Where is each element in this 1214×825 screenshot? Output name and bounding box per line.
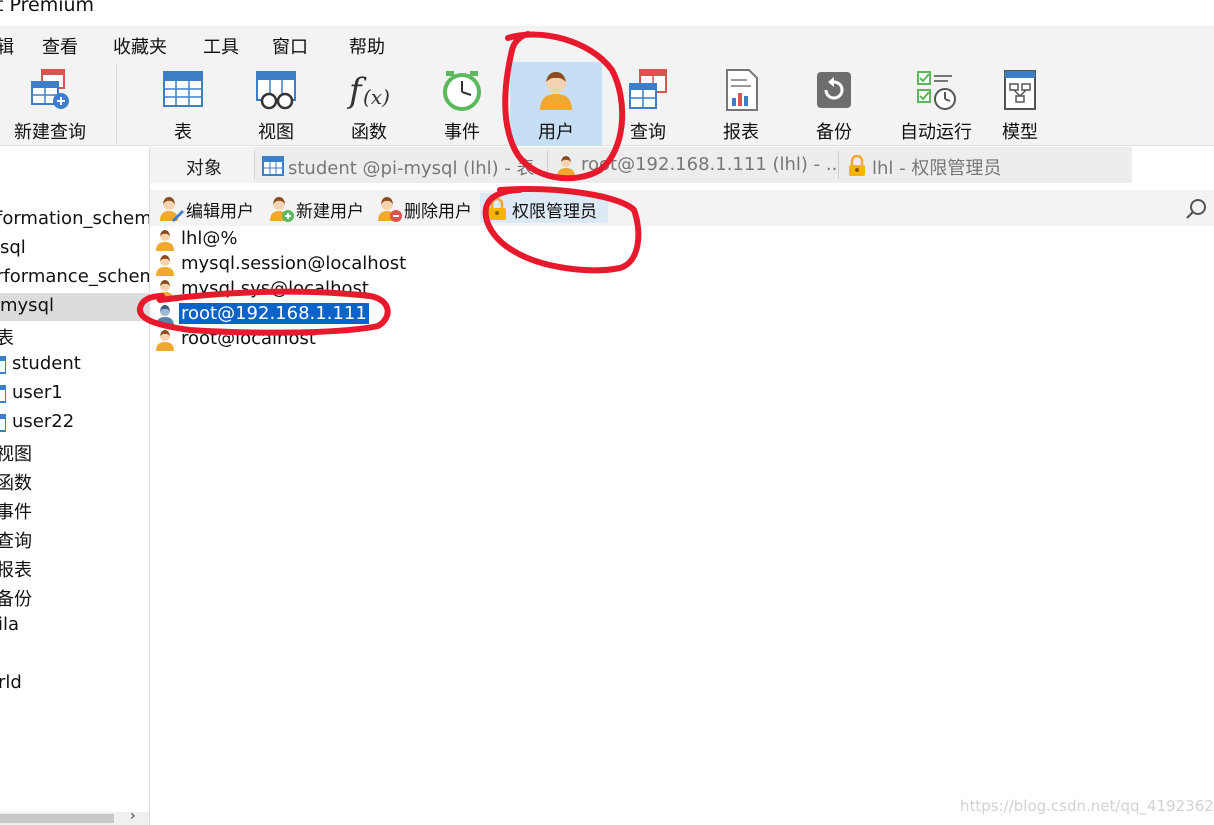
user-icon	[156, 305, 174, 326]
event-clock-icon	[443, 71, 481, 111]
report-tool-label: 报表	[723, 122, 759, 143]
function-icon: f (x)	[347, 71, 390, 111]
window-title: t Premium	[0, 0, 95, 16]
view-tool-button[interactable]: 视图	[234, 62, 318, 146]
privilege-manager-button[interactable]: 权限管理员	[480, 193, 608, 223]
user-icon	[156, 255, 174, 276]
table-icon	[262, 156, 284, 176]
table-tool-label: 表	[174, 122, 192, 143]
table-icon	[0, 356, 6, 374]
new-query-button[interactable]: 新建查询	[8, 62, 92, 146]
menu-bar: 辑 查看 收藏夹 工具 窗口 帮助	[0, 26, 1214, 62]
user-icon	[540, 72, 572, 110]
sidebar-horizontal-scrollbar[interactable]: ›	[0, 808, 149, 825]
tab-student-table[interactable]: student @pi-mysql (lhl) - 表	[256, 147, 546, 183]
tab-divider	[838, 151, 839, 179]
model-tool-button[interactable]: 模型	[980, 62, 1060, 146]
connection-tree-sidebar: formation_schema sql rformance_schema my…	[0, 147, 150, 825]
query-icon	[629, 69, 667, 109]
user-icon	[156, 280, 174, 301]
object-toolbar: 编辑用户 新建用户 删除用户 权限管理员	[150, 190, 1214, 226]
automation-tool-button[interactable]: 自动运行	[886, 62, 986, 146]
user-tool-label: 用户	[538, 122, 574, 143]
menu-help[interactable]: 帮助	[349, 33, 385, 59]
function-tool-label: 函数	[351, 122, 387, 143]
tab-bar: 对象 student @pi-mysql (lhl) - 表 root@192.…	[150, 147, 1132, 183]
tree-item-mysql[interactable]: mysql	[0, 293, 149, 321]
report-tool-button[interactable]: 报表	[700, 62, 782, 146]
svg-text:(x): (x)	[363, 85, 390, 109]
model-icon	[1004, 70, 1036, 110]
lock-icon	[488, 197, 506, 220]
title-bar: t Premium	[0, 0, 1214, 22]
add-user-icon	[270, 197, 294, 222]
event-tool-label: 事件	[444, 122, 480, 143]
user-icon	[557, 156, 575, 177]
main-toolbar: 新建查询 表 视图 f (x) 函数 事件 用户 查询 报表 备份 自动运行 模…	[0, 62, 1214, 146]
function-tool-button[interactable]: f (x) 函数	[328, 62, 410, 146]
user-tool-button[interactable]: 用户	[510, 62, 602, 146]
backup-icon	[817, 72, 851, 108]
report-icon	[726, 69, 758, 111]
toolbar-separator	[116, 64, 117, 144]
tab-objects[interactable]: 对象	[150, 147, 254, 183]
view-icon	[256, 71, 296, 110]
menu-tools[interactable]: 工具	[203, 33, 239, 59]
new-query-icon	[31, 69, 69, 109]
view-tool-label: 视图	[258, 122, 294, 143]
new-query-label: 新建查询	[14, 122, 86, 143]
scroll-right-arrow-icon[interactable]: ›	[130, 808, 136, 824]
table-icon	[0, 414, 6, 432]
backup-tool-button[interactable]: 备份	[792, 62, 876, 146]
model-tool-label: 模型	[1002, 122, 1038, 143]
tab-divider	[254, 151, 255, 179]
tab-privilege-manager[interactable]: lhl - 权限管理员	[840, 147, 1040, 183]
table-icon	[0, 385, 6, 403]
table-tool-button[interactable]: 表	[142, 62, 224, 146]
tab-divider	[547, 151, 548, 179]
new-user-button[interactable]: 新建用户	[264, 193, 372, 223]
delete-user-button[interactable]: 删除用户	[372, 193, 480, 223]
table-icon	[163, 71, 203, 107]
user-icon	[156, 230, 174, 251]
edit-user-button[interactable]: 编辑用户	[154, 193, 262, 223]
query-tool-button[interactable]: 查询	[608, 62, 688, 146]
automation-tool-label: 自动运行	[900, 122, 972, 143]
edit-user-icon	[160, 197, 184, 222]
lock-icon	[849, 155, 865, 176]
backup-tool-label: 备份	[816, 122, 852, 143]
user-icon	[156, 330, 174, 351]
delete-user-icon	[378, 197, 402, 222]
menu-view[interactable]: 查看	[42, 33, 78, 59]
search-icon[interactable]	[1184, 197, 1208, 221]
query-tool-label: 查询	[630, 122, 666, 143]
scrollbar-thumb[interactable]	[0, 814, 114, 823]
tab-root-user[interactable]: root@192.168.1.111 (lhl) - ...	[549, 147, 837, 183]
watermark: https://blog.csdn.net/qq_41923622	[960, 797, 1214, 815]
menu-edit[interactable]: 辑	[0, 33, 14, 59]
user-list: lhl@% mysql.session@localhost mysql.sys@…	[150, 228, 1214, 825]
automation-icon	[917, 71, 956, 110]
menu-favorites[interactable]: 收藏夹	[113, 33, 167, 59]
event-tool-button[interactable]: 事件	[420, 62, 504, 146]
menu-window[interactable]: 窗口	[272, 33, 308, 59]
